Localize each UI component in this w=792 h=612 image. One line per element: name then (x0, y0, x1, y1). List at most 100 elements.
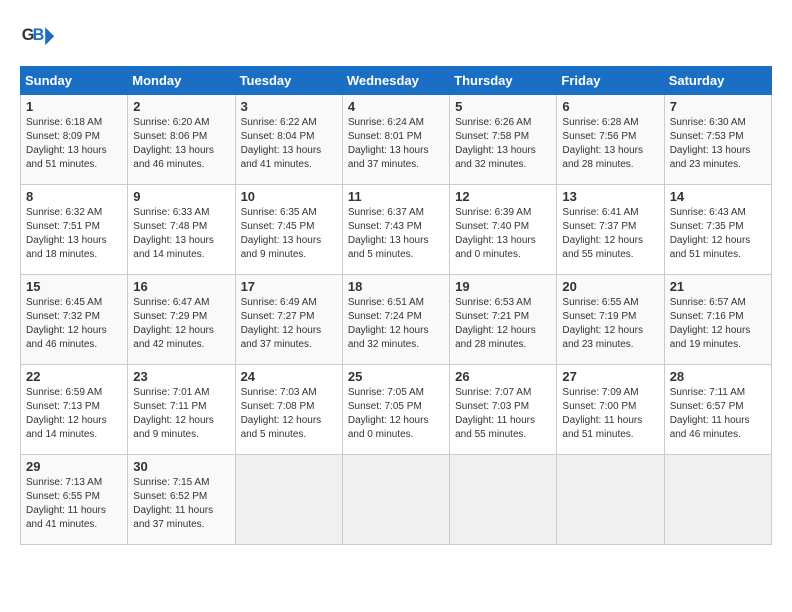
day-number: 30 (133, 459, 229, 474)
day-header-saturday: Saturday (664, 67, 771, 95)
day-number: 9 (133, 189, 229, 204)
calendar-cell: 4 Sunrise: 6:24 AM Sunset: 8:01 PM Daylig… (342, 95, 449, 185)
day-info: Sunrise: 6:35 AM Sunset: 7:45 PM Dayligh… (241, 206, 337, 262)
calendar-cell: 9 Sunrise: 6:33 AM Sunset: 7:48 PM Daylig… (128, 185, 235, 275)
day-number: 22 (26, 369, 122, 384)
day-number: 6 (562, 99, 658, 114)
day-number: 3 (241, 99, 337, 114)
calendar-cell (664, 455, 771, 545)
day-info: Sunrise: 6:53 AM Sunset: 7:21 PM Dayligh… (455, 296, 551, 352)
day-info: Sunrise: 6:22 AM Sunset: 8:04 PM Dayligh… (241, 116, 337, 172)
calendar-cell: 30 Sunrise: 7:15 AM Sunset: 6:52 PM Dayli… (128, 455, 235, 545)
day-info: Sunrise: 6:37 AM Sunset: 7:43 PM Dayligh… (348, 206, 444, 262)
calendar-cell: 28 Sunrise: 7:11 AM Sunset: 6:57 PM Dayli… (664, 365, 771, 455)
day-number: 5 (455, 99, 551, 114)
calendar-cell: 22 Sunrise: 6:59 AM Sunset: 7:13 PM Dayli… (21, 365, 128, 455)
calendar-cell: 10 Sunrise: 6:35 AM Sunset: 7:45 PM Dayli… (235, 185, 342, 275)
calendar-cell: 23 Sunrise: 7:01 AM Sunset: 7:11 PM Dayli… (128, 365, 235, 455)
day-info: Sunrise: 6:18 AM Sunset: 8:09 PM Dayligh… (26, 116, 122, 172)
day-info: Sunrise: 6:33 AM Sunset: 7:48 PM Dayligh… (133, 206, 229, 262)
day-header-thursday: Thursday (450, 67, 557, 95)
calendar-week-5: 29 Sunrise: 7:13 AM Sunset: 6:55 PM Dayli… (21, 455, 772, 545)
day-number: 1 (26, 99, 122, 114)
calendar-cell: 21 Sunrise: 6:57 AM Sunset: 7:16 PM Dayli… (664, 275, 771, 365)
day-number: 8 (26, 189, 122, 204)
day-info: Sunrise: 6:41 AM Sunset: 7:37 PM Dayligh… (562, 206, 658, 262)
day-info: Sunrise: 6:51 AM Sunset: 7:24 PM Dayligh… (348, 296, 444, 352)
day-info: Sunrise: 6:26 AM Sunset: 7:58 PM Dayligh… (455, 116, 551, 172)
calendar-week-1: 1 Sunrise: 6:18 AM Sunset: 8:09 PM Daylig… (21, 95, 772, 185)
day-number: 11 (348, 189, 444, 204)
day-header-tuesday: Tuesday (235, 67, 342, 95)
calendar-cell: 19 Sunrise: 6:53 AM Sunset: 7:21 PM Dayli… (450, 275, 557, 365)
day-info: Sunrise: 6:43 AM Sunset: 7:35 PM Dayligh… (670, 206, 766, 262)
day-info: Sunrise: 6:57 AM Sunset: 7:16 PM Dayligh… (670, 296, 766, 352)
calendar-cell: 25Sunrise: 7:05 AM Sunset: 7:05 PM Dayli… (342, 365, 449, 455)
day-number: 14 (670, 189, 766, 204)
calendar-cell: 3 Sunrise: 6:22 AM Sunset: 8:04 PM Daylig… (235, 95, 342, 185)
day-number: 20 (562, 279, 658, 294)
calendar-cell: 29 Sunrise: 7:13 AM Sunset: 6:55 PM Dayli… (21, 455, 128, 545)
calendar-cell: 6 Sunrise: 6:28 AM Sunset: 7:56 PM Daylig… (557, 95, 664, 185)
day-info: Sunrise: 6:55 AM Sunset: 7:19 PM Dayligh… (562, 296, 658, 352)
calendar-cell: 12Sunrise: 6:39 AM Sunset: 7:40 PM Dayli… (450, 185, 557, 275)
calendar-cell: 2 Sunrise: 6:20 AM Sunset: 8:06 PM Daylig… (128, 95, 235, 185)
header-row: SundayMondayTuesdayWednesdayThursdayFrid… (21, 67, 772, 95)
day-number: 25 (348, 369, 444, 384)
day-number: 23 (133, 369, 229, 384)
day-number: 10 (241, 189, 337, 204)
day-number: 18 (348, 279, 444, 294)
calendar-header: SundayMondayTuesdayWednesdayThursdayFrid… (21, 67, 772, 95)
day-number: 13 (562, 189, 658, 204)
day-number: 16 (133, 279, 229, 294)
day-header-sunday: Sunday (21, 67, 128, 95)
day-number: 28 (670, 369, 766, 384)
day-number: 15 (26, 279, 122, 294)
logo: G B (20, 20, 60, 56)
calendar-cell: 14 Sunrise: 6:43 AM Sunset: 7:35 PM Dayli… (664, 185, 771, 275)
calendar-cell (557, 455, 664, 545)
logo-icon: G B (20, 20, 56, 56)
day-info: Sunrise: 7:09 AM Sunset: 7:00 PM Dayligh… (562, 386, 658, 442)
header: G B (20, 20, 772, 56)
day-number: 12 (455, 189, 551, 204)
day-info: Sunrise: 6:30 AM Sunset: 7:53 PM Dayligh… (670, 116, 766, 172)
day-number: 2 (133, 99, 229, 114)
day-info: Sunrise: 7:13 AM Sunset: 6:55 PM Dayligh… (26, 476, 122, 532)
day-info: Sunrise: 7:01 AM Sunset: 7:11 PM Dayligh… (133, 386, 229, 442)
day-number: 7 (670, 99, 766, 114)
day-info: Sunrise: 6:20 AM Sunset: 8:06 PM Dayligh… (133, 116, 229, 172)
day-info: Sunrise: 6:49 AM Sunset: 7:27 PM Dayligh… (241, 296, 337, 352)
calendar-week-2: 8 Sunrise: 6:32 AM Sunset: 7:51 PM Daylig… (21, 185, 772, 275)
day-number: 24 (241, 369, 337, 384)
day-info: Sunrise: 7:15 AM Sunset: 6:52 PM Dayligh… (133, 476, 229, 532)
day-info: Sunrise: 6:28 AM Sunset: 7:56 PM Dayligh… (562, 116, 658, 172)
calendar-table: SundayMondayTuesdayWednesdayThursdayFrid… (20, 66, 772, 545)
calendar-cell (342, 455, 449, 545)
day-info: Sunrise: 6:24 AM Sunset: 8:01 PM Dayligh… (348, 116, 444, 172)
calendar-week-4: 22 Sunrise: 6:59 AM Sunset: 7:13 PM Dayli… (21, 365, 772, 455)
svg-text:B: B (33, 26, 45, 44)
calendar-cell: 13 Sunrise: 6:41 AM Sunset: 7:37 PM Dayli… (557, 185, 664, 275)
day-number: 26 (455, 369, 551, 384)
day-info: Sunrise: 7:11 AM Sunset: 6:57 PM Dayligh… (670, 386, 766, 442)
calendar-cell: 5 Sunrise: 6:26 AM Sunset: 7:58 PM Daylig… (450, 95, 557, 185)
day-info: Sunrise: 6:59 AM Sunset: 7:13 PM Dayligh… (26, 386, 122, 442)
day-header-friday: Friday (557, 67, 664, 95)
calendar-cell: 8 Sunrise: 6:32 AM Sunset: 7:51 PM Daylig… (21, 185, 128, 275)
calendar-cell: 15Sunrise: 6:45 AM Sunset: 7:32 PM Dayli… (21, 275, 128, 365)
day-number: 29 (26, 459, 122, 474)
day-info: Sunrise: 6:32 AM Sunset: 7:51 PM Dayligh… (26, 206, 122, 262)
day-header-wednesday: Wednesday (342, 67, 449, 95)
day-info: Sunrise: 7:03 AM Sunset: 7:08 PM Dayligh… (241, 386, 337, 442)
calendar-cell: 17 Sunrise: 6:49 AM Sunset: 7:27 PM Dayli… (235, 275, 342, 365)
calendar-cell: 1 Sunrise: 6:18 AM Sunset: 8:09 PM Daylig… (21, 95, 128, 185)
day-number: 4 (348, 99, 444, 114)
calendar-cell (450, 455, 557, 545)
day-info: Sunrise: 7:07 AM Sunset: 7:03 PM Dayligh… (455, 386, 551, 442)
day-number: 19 (455, 279, 551, 294)
day-number: 21 (670, 279, 766, 294)
day-number: 17 (241, 279, 337, 294)
calendar-week-3: 15Sunrise: 6:45 AM Sunset: 7:32 PM Dayli… (21, 275, 772, 365)
calendar-body: 1 Sunrise: 6:18 AM Sunset: 8:09 PM Daylig… (21, 95, 772, 545)
